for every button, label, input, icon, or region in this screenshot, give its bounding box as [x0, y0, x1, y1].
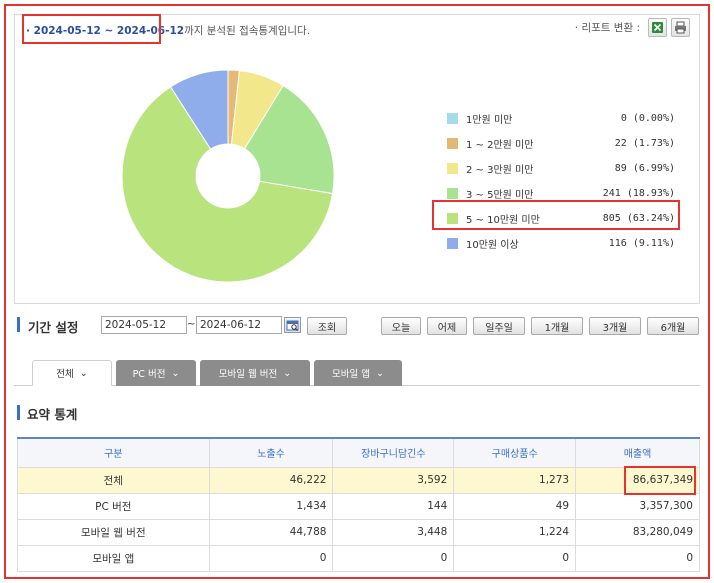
period-highlight-box — [22, 14, 161, 44]
tab-pc-label: PC 버전 — [132, 369, 166, 380]
period-setting-bar: 기간 설정 ~ 조회 오늘 어제 일주일 1개월 3개월 6개월 — [14, 312, 700, 340]
print-icon[interactable] — [671, 18, 690, 37]
chevron-down-icon: ⌄ — [79, 367, 88, 379]
section-marker — [17, 405, 20, 420]
revenue-cell: 3,357,300 — [575, 492, 700, 520]
row-category: 전체 — [17, 466, 210, 494]
revenue-cell: 0 — [575, 544, 700, 572]
chevron-down-icon: ⌄ — [376, 367, 384, 379]
impressions-cell: 1,434 — [208, 492, 334, 520]
quick-6month-button[interactable]: 6개월 — [647, 317, 699, 335]
legend-swatch — [447, 238, 458, 249]
cart-adds-cell: 3,448 — [332, 518, 455, 546]
summary-title: 요약 통계 — [27, 407, 78, 422]
impressions-cell: 44,788 — [208, 518, 334, 546]
tab-mobile-app[interactable]: 모바일 앱 ⌄ — [314, 360, 402, 386]
pie-chart-svg — [121, 69, 335, 283]
tab-all[interactable]: 전체 ⌄ — [32, 360, 112, 386]
cart-adds-cell: 144 — [332, 492, 455, 520]
quick-week-button[interactable]: 일주일 — [473, 317, 525, 335]
legend-swatch — [447, 163, 458, 174]
price-range-pie-chart — [120, 68, 336, 287]
impressions-cell: 0 — [208, 544, 334, 572]
legend-highlight-box — [432, 200, 680, 230]
legend-label: 10만원 이상 — [466, 240, 519, 251]
table-row: PC 버전 1,434 144 49 3,357,300 — [17, 492, 700, 520]
export-label: · 리포트 변환 : — [574, 22, 640, 34]
tab-mobile-web[interactable]: 모바일 웹 버전 ⌄ — [200, 360, 310, 386]
table-header-row: 구분 노출수 장바구니담긴수 구매상품수 매출액 — [17, 437, 700, 468]
legend-value: 116 (9.11%) — [608, 238, 675, 249]
section-marker — [17, 317, 20, 332]
legend-label: 1 ~ 2만원 미만 — [466, 140, 534, 151]
legend-label: 1만원 미만 — [466, 115, 513, 126]
cart-adds-cell: 0 — [332, 544, 455, 572]
legend-item: 2 ~ 3만원 미만 89 (6.99%) — [447, 156, 675, 181]
table-row: 모바일 웹 버전 44,788 3,448 1,224 83,280,049 — [17, 518, 700, 546]
row-category: 모바일 웹 버전 — [17, 518, 210, 546]
quick-3month-button[interactable]: 3개월 — [589, 317, 641, 335]
tab-mobile-app-label: 모바일 앱 — [332, 369, 370, 380]
report-export: · 리포트 변환 : — [575, 18, 690, 37]
pie-legend: 1만원 미만 0 (0.00%) 1 ~ 2만원 미만 22 (1.73%) 2 ~ 3… — [447, 106, 675, 256]
legend-value: 241 (18.93%) — [602, 188, 675, 199]
row-category: PC 버전 — [17, 492, 210, 520]
column-header: 구분 — [17, 437, 210, 468]
purchased-items-cell: 1,224 — [453, 518, 577, 546]
row-category: 모바일 앱 — [17, 544, 210, 572]
table-row: 전체 46,222 3,592 1,273 86,637,349 — [17, 466, 700, 494]
legend-value: 89 (6.99%) — [614, 163, 675, 174]
chevron-down-icon: ⌄ — [283, 367, 292, 379]
column-header: 노출수 — [208, 437, 334, 468]
impressions-cell: 46,222 — [208, 466, 334, 494]
legend-item: 1만원 미만 0 (0.00%) — [447, 106, 675, 131]
quick-today-button[interactable]: 오늘 — [381, 317, 421, 335]
tab-mobile-web-label: 모바일 웹 버전 — [218, 369, 278, 380]
tab-pc[interactable]: PC 버전 ⌄ — [116, 360, 196, 386]
purchased-items-cell: 1,273 — [453, 466, 577, 494]
excel-export-icon[interactable] — [648, 18, 667, 37]
revenue-cell: 83,280,049 — [575, 518, 700, 546]
calendar-icon[interactable] — [284, 317, 301, 333]
column-header: 매출액 — [575, 437, 700, 468]
tab-all-label: 전체 — [56, 369, 74, 380]
table-row: 모바일 앱 0 0 0 0 — [17, 544, 700, 572]
purchased-items-cell: 49 — [453, 492, 577, 520]
start-date-input[interactable] — [101, 316, 187, 334]
legend-item: 1 ~ 2만원 미만 22 (1.73%) — [447, 131, 675, 156]
column-header: 장바구니담긴수 — [332, 437, 455, 468]
date-range-tilde: ~ — [187, 319, 196, 330]
legend-value: 0 (0.00%) — [620, 113, 675, 124]
chevron-down-icon: ⌄ — [171, 367, 180, 379]
period-setting-title: 기간 설정 — [28, 320, 79, 335]
legend-swatch — [447, 113, 458, 124]
legend-label: 3 ~ 5만원 미만 — [466, 190, 534, 201]
search-button[interactable]: 조회 — [307, 317, 347, 335]
purchased-items-cell: 0 — [453, 544, 577, 572]
end-date-input[interactable] — [196, 316, 282, 334]
quick-yesterday-button[interactable]: 어제 — [427, 317, 467, 335]
legend-swatch — [447, 138, 458, 149]
revenue-highlight-box — [624, 466, 696, 495]
analysis-period-suffix: 까지 분석된 접속통계입니다. — [184, 25, 311, 37]
legend-swatch — [447, 188, 458, 199]
summary-table: 구분 노출수 장바구니담긴수 구매상품수 매출액 전체 46,222 3,592… — [17, 437, 700, 572]
legend-value: 22 (1.73%) — [614, 138, 675, 149]
column-header: 구매상품수 — [453, 437, 577, 468]
legend-item: 10만원 이상 116 (9.11%) — [447, 231, 675, 256]
legend-label: 2 ~ 3만원 미만 — [466, 165, 534, 176]
quick-1month-button[interactable]: 1개월 — [531, 317, 583, 335]
cart-adds-cell: 3,592 — [332, 466, 455, 494]
